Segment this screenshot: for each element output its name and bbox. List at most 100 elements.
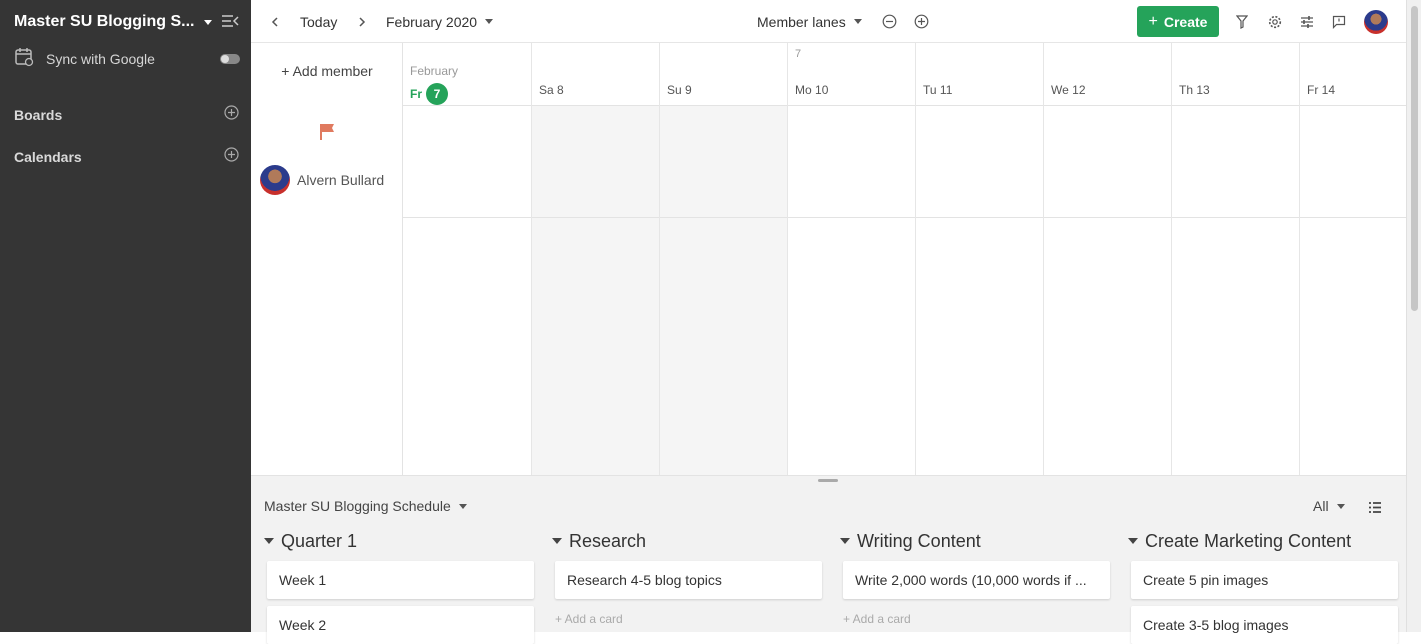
day-cells[interactable]: [1172, 105, 1300, 475]
day-column: Mo 10: [787, 43, 916, 475]
list-title: Create Marketing Content: [1145, 530, 1352, 551]
sync-with-google[interactable]: Sync with Google: [14, 47, 244, 72]
month-label: February 2020: [386, 13, 478, 30]
add-card-button[interactable]: + Add a card: [555, 612, 623, 626]
day-cells[interactable]: [403, 105, 531, 475]
settings-sliders-icon[interactable]: [1300, 0, 1314, 43]
card[interactable]: Week 2: [267, 606, 534, 644]
chevron-down-icon: [1336, 503, 1345, 509]
sidebar-item-boards[interactable]: Boards: [14, 104, 239, 126]
collapse-sidebar-icon[interactable]: [221, 14, 239, 33]
lane-divider: [403, 217, 531, 218]
plus-icon: +: [1148, 12, 1158, 30]
lane-divider: [1172, 217, 1300, 218]
day-cells[interactable]: [1300, 105, 1406, 475]
day-cells[interactable]: [660, 105, 788, 475]
calendar-toolbar: Today February 2020 Member lanes + Creat…: [251, 0, 1406, 43]
list-header[interactable]: Quarter 1: [262, 531, 534, 551]
collapse-triangle-icon[interactable]: [264, 538, 274, 544]
day-number: 14: [1321, 83, 1336, 97]
filter-icon[interactable]: [1236, 0, 1248, 43]
today-badge: 7: [426, 83, 448, 105]
calendars-label: Calendars: [14, 149, 82, 165]
day-number: 10: [815, 83, 829, 97]
card[interactable]: Create 3-5 blog images: [1131, 606, 1398, 644]
day-cells[interactable]: [532, 105, 660, 475]
zoom-out-icon[interactable]: [882, 0, 897, 43]
prev-icon[interactable]: [271, 0, 279, 43]
day-header: Fr 14: [1307, 83, 1335, 97]
board-switcher[interactable]: Master SU Blogging S...: [14, 10, 244, 34]
sync-toggle[interactable]: [220, 54, 240, 64]
lane-divider: [916, 217, 1044, 218]
calendar-sync-icon: [14, 47, 34, 72]
card-filter-dropdown[interactable]: All: [1313, 498, 1345, 514]
lane-divider: [532, 217, 660, 218]
zoom-in-icon[interactable]: [914, 0, 929, 43]
day-abbr: Sa: [539, 83, 554, 97]
collapse-triangle-icon[interactable]: [840, 538, 850, 544]
board-name: Master SU Blogging S...: [14, 13, 195, 30]
board-panel: Master SU Blogging Schedule All Quarter …: [251, 475, 1406, 644]
chevron-down-icon: [204, 19, 213, 25]
list-header[interactable]: Create Marketing Content: [1126, 531, 1398, 551]
day-cells[interactable]: [1044, 105, 1172, 475]
lane-divider: [788, 217, 916, 218]
sidebar-item-calendars[interactable]: Calendars: [14, 146, 239, 168]
day-number: 13: [1196, 83, 1210, 97]
board-list: Research Research 4-5 blog topics + Add …: [550, 531, 822, 626]
gear-icon[interactable]: [1268, 0, 1282, 43]
board-selector[interactable]: Master SU Blogging Schedule: [264, 498, 467, 514]
month-picker[interactable]: February 2020: [386, 0, 494, 43]
lane-divider: [660, 217, 788, 218]
list-view-icon[interactable]: [1369, 500, 1381, 518]
add-calendar-icon[interactable]: [224, 147, 239, 167]
day-header: We 12: [1051, 83, 1086, 97]
view-picker[interactable]: Member lanes: [757, 0, 862, 43]
add-member-button[interactable]: + Add member: [251, 63, 403, 79]
day-column: We 12: [1043, 43, 1172, 475]
user-avatar[interactable]: [1364, 0, 1388, 43]
board-list: Writing Content Write 2,000 words (10,00…: [838, 531, 1110, 626]
avatar: [1364, 9, 1388, 34]
day-cells[interactable]: [916, 105, 1044, 475]
day-header: Th 13: [1179, 83, 1210, 97]
card[interactable]: Create 5 pin images: [1131, 561, 1398, 599]
add-board-icon[interactable]: [224, 105, 239, 125]
day-cells[interactable]: [788, 105, 916, 475]
card[interactable]: Research 4-5 blog topics: [555, 561, 822, 599]
next-icon[interactable]: [358, 0, 366, 43]
day-column: Th 13: [1171, 43, 1300, 475]
day-column: Su 9: [659, 43, 788, 475]
list-header[interactable]: Writing Content: [838, 531, 1110, 551]
lane-divider: [1044, 217, 1172, 218]
add-card-button[interactable]: + Add a card: [843, 612, 911, 626]
member-name: Alvern Bullard: [297, 172, 385, 188]
day-abbr: Tu: [923, 83, 937, 97]
card[interactable]: Week 1: [267, 561, 534, 599]
day-abbr: We: [1051, 83, 1069, 97]
collapse-triangle-icon[interactable]: [552, 538, 562, 544]
collapse-triangle-icon[interactable]: [1128, 538, 1138, 544]
day-header: Tu 11: [923, 83, 952, 97]
create-button[interactable]: + Create: [1137, 6, 1219, 37]
comments-icon[interactable]: [1332, 0, 1346, 43]
filter-label: All: [1313, 498, 1329, 514]
day-abbr: Fr: [1307, 83, 1319, 97]
card[interactable]: Write 2,000 words (10,000 words if ...: [843, 561, 1110, 599]
resize-handle[interactable]: [818, 479, 838, 482]
day-abbr: Th: [1179, 83, 1194, 97]
list-header[interactable]: Research: [550, 531, 822, 551]
chevron-down-icon: [853, 19, 862, 24]
day-column: Fr 7: [403, 43, 531, 475]
today-button[interactable]: Today: [300, 0, 337, 43]
boards-label: Boards: [14, 107, 63, 123]
day-header: Mo 10: [795, 83, 828, 97]
day-number: 9: [685, 83, 692, 97]
day-column: Tu 11: [915, 43, 1044, 475]
list-title: Research: [569, 530, 647, 551]
member-lane-header[interactable]: Alvern Bullard: [260, 165, 384, 195]
day-header: Su 9: [667, 83, 692, 97]
scrollbar-thumb[interactable]: [1411, 6, 1418, 311]
page-scrollbar[interactable]: [1406, 0, 1421, 632]
